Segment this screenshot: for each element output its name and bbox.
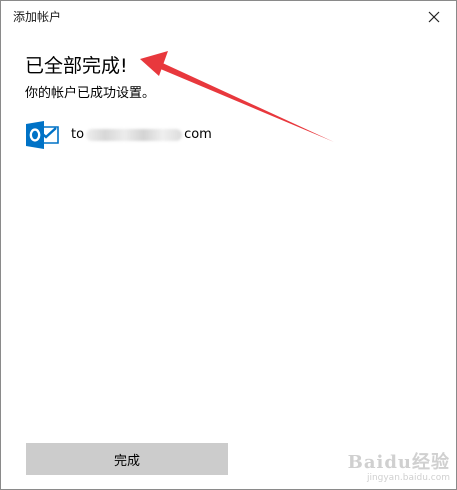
account-email: to com xyxy=(71,126,212,144)
outlook-icon xyxy=(26,121,59,149)
done-button[interactable]: 完成 xyxy=(26,443,228,475)
account-entry: to com xyxy=(25,120,212,150)
email-suffix: com xyxy=(184,127,212,142)
title-bar: 添加帐户 xyxy=(1,1,456,33)
annotation-arrow-head xyxy=(140,51,168,76)
window-title: 添加帐户 xyxy=(13,10,62,24)
page-title: 已全部完成! xyxy=(25,55,128,77)
watermark-logo: Baidu经验 xyxy=(347,452,450,473)
add-account-dialog: 添加帐户 已全部完成! 你的帐户已成功设置。 to com 完成 Baidu经验… xyxy=(0,0,457,490)
close-button[interactable] xyxy=(420,5,448,29)
close-icon xyxy=(428,11,440,23)
status-message: 你的帐户已成功设置。 xyxy=(25,86,156,101)
email-prefix: to xyxy=(71,127,85,142)
watermark-url: jingyan.baidu.com xyxy=(366,473,450,483)
watermark: Baidu经验 jingyan.baidu.com xyxy=(348,454,450,483)
email-redaction xyxy=(86,129,183,141)
